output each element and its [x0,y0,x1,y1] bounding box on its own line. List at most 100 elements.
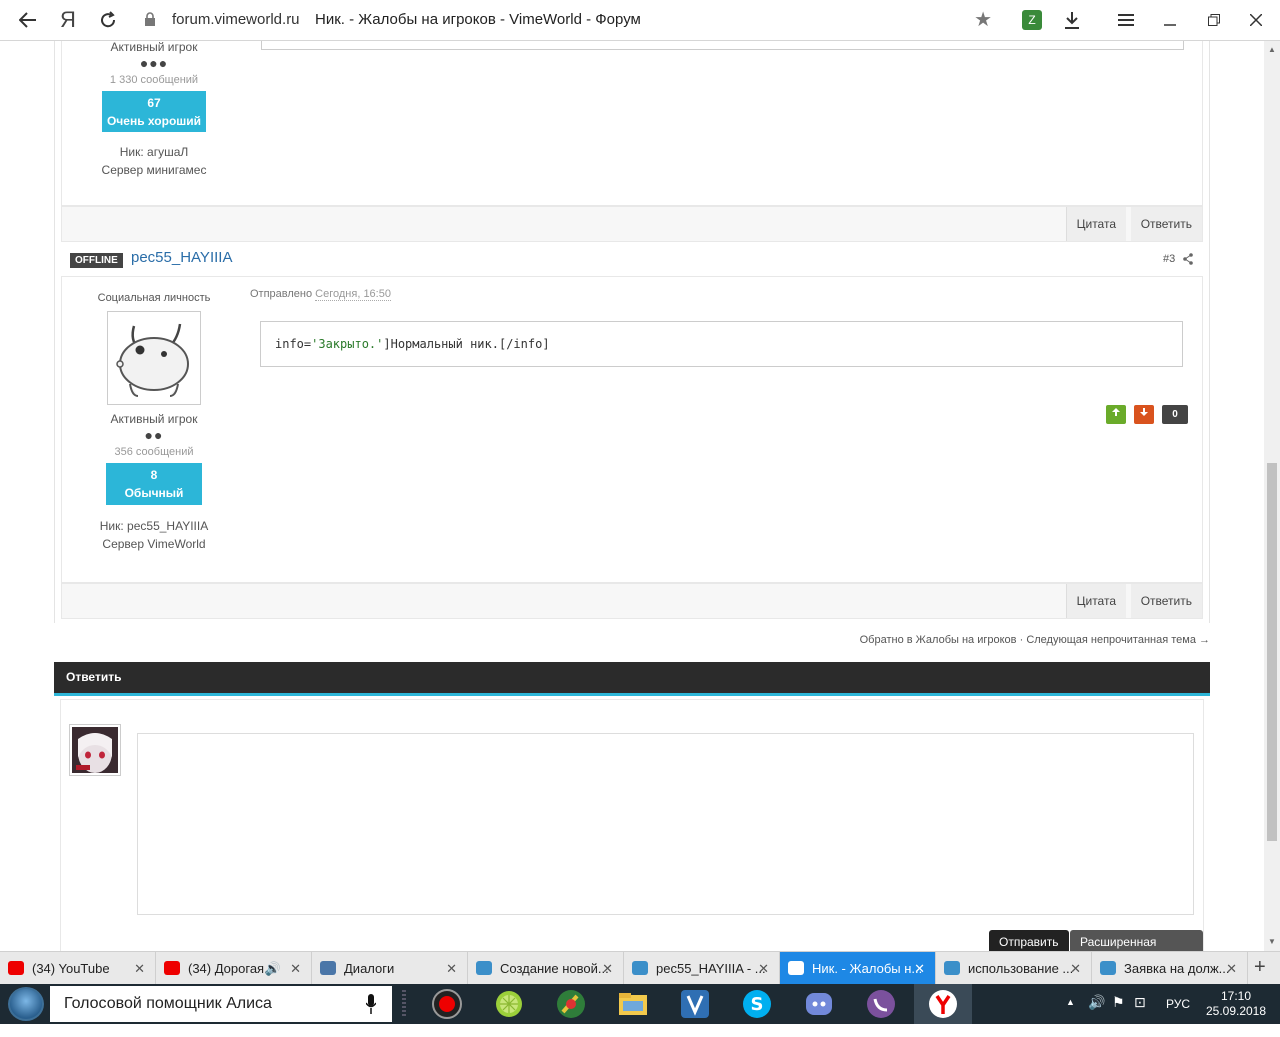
vote-down-icon[interactable] [1134,405,1154,424]
close-tab-icon[interactable]: ✕ [290,952,301,985]
chat-icon [320,961,336,975]
windows-taskbar: Голосовой помощник Алиса S ▲ 🔊 ⚑ ⊡ РУС 1 [0,984,1280,1024]
message-count: 1 330 сообщений [109,74,199,86]
file-explorer-icon[interactable] [617,988,649,1020]
close-tab-icon[interactable]: ✕ [914,952,925,985]
sent-time: Сегодня, 16:50 [315,288,391,301]
clock-date: 25.09.2018 [1205,1004,1267,1018]
post-author-link[interactable]: pec55_HAYIIIA [131,249,232,266]
yandex-browser-taskbar-item[interactable] [914,984,972,1024]
tab-label: использование ... [968,961,1074,976]
scroll-thumb[interactable] [1267,463,1277,841]
send-button[interactable]: Отправить [989,930,1069,951]
reputation-label: Обычный [124,486,184,500]
recorder-app-icon[interactable] [431,988,463,1020]
lime-app-icon[interactable] [493,988,525,1020]
address-bar[interactable]: forum.vimeworld.ru Ник. - Жалобы на игро… [132,4,998,36]
post-number-link[interactable]: #3 [1163,253,1175,265]
tab-youtube[interactable]: (34) YouTube ✕ [0,952,156,985]
youtube-icon [164,961,180,975]
user-avatar[interactable] [107,311,201,405]
scroll-up-icon[interactable]: ▲ [1268,45,1276,54]
flag-icon[interactable]: ⚑ [1112,994,1125,1034]
close-tab-icon[interactable]: ✕ [602,952,613,985]
extension-icon[interactable]: Z [1016,4,1048,36]
extended-form-button[interactable]: Расширенная форма [1070,930,1203,951]
clock[interactable]: 17:10 25.09.2018 [1204,989,1268,1029]
tab-youtube-2[interactable]: (34) Дорогая... 🔊 ✕ [156,952,312,985]
game-app-icon[interactable] [555,988,587,1020]
tab-label: Создание новой... [500,961,609,976]
close-tab-icon[interactable]: ✕ [1070,952,1081,985]
quote-button[interactable]: Цитата [1065,207,1126,241]
activity-dots: ●●● [139,55,169,71]
yandex-browser-icon [929,990,957,1018]
language-indicator[interactable]: РУС [1166,997,1190,1037]
tab-profile[interactable]: pec55_HAYIIIA - ... ✕ [624,952,780,985]
tab-application[interactable]: Заявка на долж... ✕ [1092,952,1248,985]
next-unread-link[interactable]: Следующая непрочитанная тема → [1026,634,1210,646]
menu-icon[interactable] [1110,4,1142,36]
post-1: Активный игрок ●●● 1 330 сообщений 67 Оч… [61,41,1203,206]
reputation-label: Очень хороший [106,114,202,128]
speaker-icon[interactable]: 🔊 [265,952,281,985]
tray-expand-icon[interactable]: ▲ [1066,997,1075,1037]
tab-current[interactable]: Ник. - Жалобы н... ✕ [780,952,936,985]
restore-icon[interactable] [1198,4,1230,36]
post-2-footer: Цитата Ответить [61,583,1203,619]
back-to-forum-link[interactable]: Обратно в Жалобы на игроков [860,634,1017,646]
yandex-home-icon[interactable]: Я [52,4,84,36]
thread-navigation: Обратно в Жалобы на игроков · Следующая … [0,634,1210,646]
quote-button[interactable]: Цитата [1065,584,1126,618]
minimize-icon[interactable] [1154,4,1186,36]
user-nick: Ник: агушаЛ [119,145,189,159]
sent-prefix: Отправлено [250,288,313,300]
vote-up-icon[interactable] [1106,405,1126,424]
tab-usage[interactable]: использование ... ✕ [936,952,1092,985]
reload-icon[interactable] [92,4,124,36]
close-tab-icon[interactable]: ✕ [758,952,769,985]
post-2-code-box: info='Закрыто.']Нормальный ник.[/info] [260,321,1183,367]
microphone-icon[interactable] [366,994,376,1014]
tab-create-new[interactable]: Создание новой... ✕ [468,952,624,985]
network-icon[interactable]: ⊡ [1134,994,1146,1034]
volume-icon[interactable]: 🔊 [1088,994,1105,1034]
back-arrow-icon[interactable] [12,4,44,36]
lock-icon [145,12,155,26]
discord-icon[interactable] [803,988,835,1020]
close-tab-icon[interactable]: ✕ [446,952,457,985]
browser-tab-strip: (34) YouTube ✕ (34) Дорогая... 🔊 ✕ Диало… [0,951,1280,985]
tab-dialogs[interactable]: Диалоги ✕ [312,952,468,985]
alice-voice-assistant[interactable]: Голосовой помощник Алиса [50,986,392,1022]
new-tab-plus-icon[interactable]: + [1254,956,1266,979]
reply-textarea[interactable] [137,733,1194,915]
page-scrollbar[interactable]: ▲ ▼ [1264,41,1280,951]
vimeworld-app-icon[interactable] [679,988,711,1020]
tab-label: Диалоги [344,961,395,976]
bookmark-star-icon[interactable]: ★ [974,7,992,32]
close-window-icon[interactable] [1240,4,1272,36]
url-domain: forum.vimeworld.ru [172,11,300,28]
start-button-icon[interactable] [8,987,44,1021]
download-icon[interactable] [1056,4,1088,36]
skype-icon[interactable]: S [741,988,773,1020]
reputation-value: 67 [147,96,161,110]
assistant-label: Голосовой помощник Алиса [64,995,272,1012]
scroll-down-icon[interactable]: ▼ [1268,937,1276,946]
taskbar-separator [402,990,406,1018]
reply-button[interactable]: Ответить [1130,584,1202,618]
share-icon[interactable] [1182,253,1194,265]
tab-label: pec55_HAYIIIA - ... [656,961,766,976]
reply-header: Ответить [54,662,1210,696]
vimeworld-icon [1100,961,1116,975]
post-1-user-info: Активный игрок ●●● 1 330 сообщений 67 Оч… [62,41,246,179]
close-tab-icon[interactable]: ✕ [1226,952,1237,985]
close-tab-icon[interactable]: ✕ [134,952,145,985]
reputation-badge: 8 Обычный [106,463,202,505]
code-text: ]Нормальный ник.[ [383,337,507,351]
viber-icon[interactable] [865,988,897,1020]
nav-separator: · [1019,634,1024,646]
reply-button[interactable]: Ответить [1130,207,1202,241]
vote-score: 0 [1162,405,1188,424]
tab-label: (34) YouTube [32,961,110,976]
